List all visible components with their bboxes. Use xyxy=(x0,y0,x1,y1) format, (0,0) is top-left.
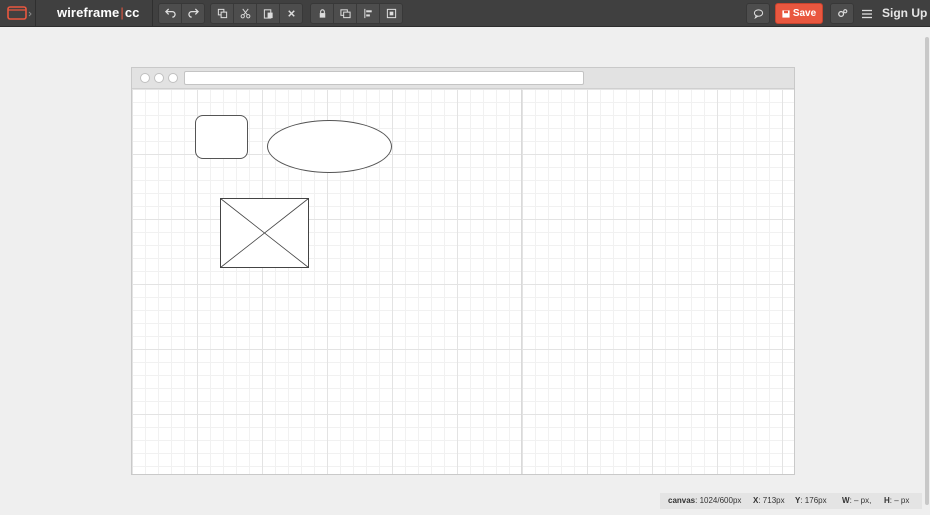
align-icon xyxy=(363,8,372,19)
vertical-scrollbar[interactable] xyxy=(925,37,929,505)
edit-group xyxy=(210,3,303,24)
y-value: : 176px xyxy=(800,496,827,505)
arrange-group xyxy=(310,3,403,24)
window-dot xyxy=(168,73,178,83)
copy-icon xyxy=(217,8,227,19)
canvas-grid[interactable] xyxy=(132,89,794,474)
canvas-label: canvas xyxy=(668,496,696,505)
top-toolbar: wireframe|cc Save Sign Up xyxy=(0,0,930,27)
center-guide-line xyxy=(521,89,522,474)
undo-button[interactable] xyxy=(159,4,182,23)
browser-header xyxy=(132,68,794,89)
logo-text-right: cc xyxy=(124,5,140,20)
lock-icon xyxy=(319,9,325,18)
window-dot xyxy=(140,73,150,83)
align-button[interactable] xyxy=(357,4,380,23)
cut-button[interactable] xyxy=(234,4,257,23)
w-value: : – px, xyxy=(849,496,872,505)
app-logo: wireframe|cc xyxy=(57,5,139,20)
close-icon xyxy=(287,10,295,17)
height-readout: H: – px xyxy=(884,496,909,505)
bring-to-front-icon xyxy=(339,9,351,19)
window-dot xyxy=(154,73,164,83)
settings-button[interactable] xyxy=(830,3,854,24)
delete-button[interactable] xyxy=(280,4,302,23)
fit-icon xyxy=(386,8,396,19)
x-readout: X: 713px xyxy=(753,496,785,505)
toolbar-divider xyxy=(35,0,36,26)
redo-button[interactable] xyxy=(182,4,204,23)
logo-separator: | xyxy=(120,5,124,20)
scissors-icon xyxy=(240,8,250,19)
paste-button[interactable] xyxy=(257,4,280,23)
image-placeholder-shape[interactable] xyxy=(220,198,309,268)
save-icon xyxy=(782,9,790,18)
x-value: : 713px xyxy=(758,496,785,505)
hamburger-menu-icon[interactable] xyxy=(861,7,873,19)
image-placeholder-icon xyxy=(220,198,309,268)
lock-button[interactable] xyxy=(311,4,334,23)
redo-icon xyxy=(187,8,199,18)
w-label: W xyxy=(842,496,850,505)
paste-icon xyxy=(263,9,273,19)
sign-up-link[interactable]: Sign Up xyxy=(882,6,927,20)
save-button[interactable]: Save xyxy=(775,3,823,24)
speech-bubble-icon xyxy=(753,9,763,19)
browser-window-icon[interactable] xyxy=(4,4,34,22)
gears-icon xyxy=(837,9,847,17)
history-group xyxy=(158,3,205,24)
y-readout: Y: 176px xyxy=(795,496,827,505)
ellipse-shape[interactable] xyxy=(267,120,392,173)
h-value: : – px xyxy=(889,496,910,505)
logo-text-left: wireframe xyxy=(57,5,120,20)
copy-button[interactable] xyxy=(211,4,234,23)
save-button-label: Save xyxy=(792,8,817,19)
toolbar-divider xyxy=(152,0,153,26)
canvas-size-readout: canvas: 1024/600px xyxy=(668,496,741,505)
fit-button[interactable] xyxy=(380,4,402,23)
canvas-value: : 1024/600px xyxy=(695,496,742,505)
status-bar: canvas: 1024/600px X: 713px Y: 176px W: … xyxy=(660,493,922,509)
browser-frame[interactable] xyxy=(131,67,795,475)
url-bar[interactable] xyxy=(184,71,584,85)
width-readout: W: – px, xyxy=(842,496,871,505)
undo-icon xyxy=(164,8,176,18)
bring-to-front-button[interactable] xyxy=(334,4,357,23)
rounded-rectangle-shape[interactable] xyxy=(195,115,248,159)
comment-button[interactable] xyxy=(746,3,770,24)
